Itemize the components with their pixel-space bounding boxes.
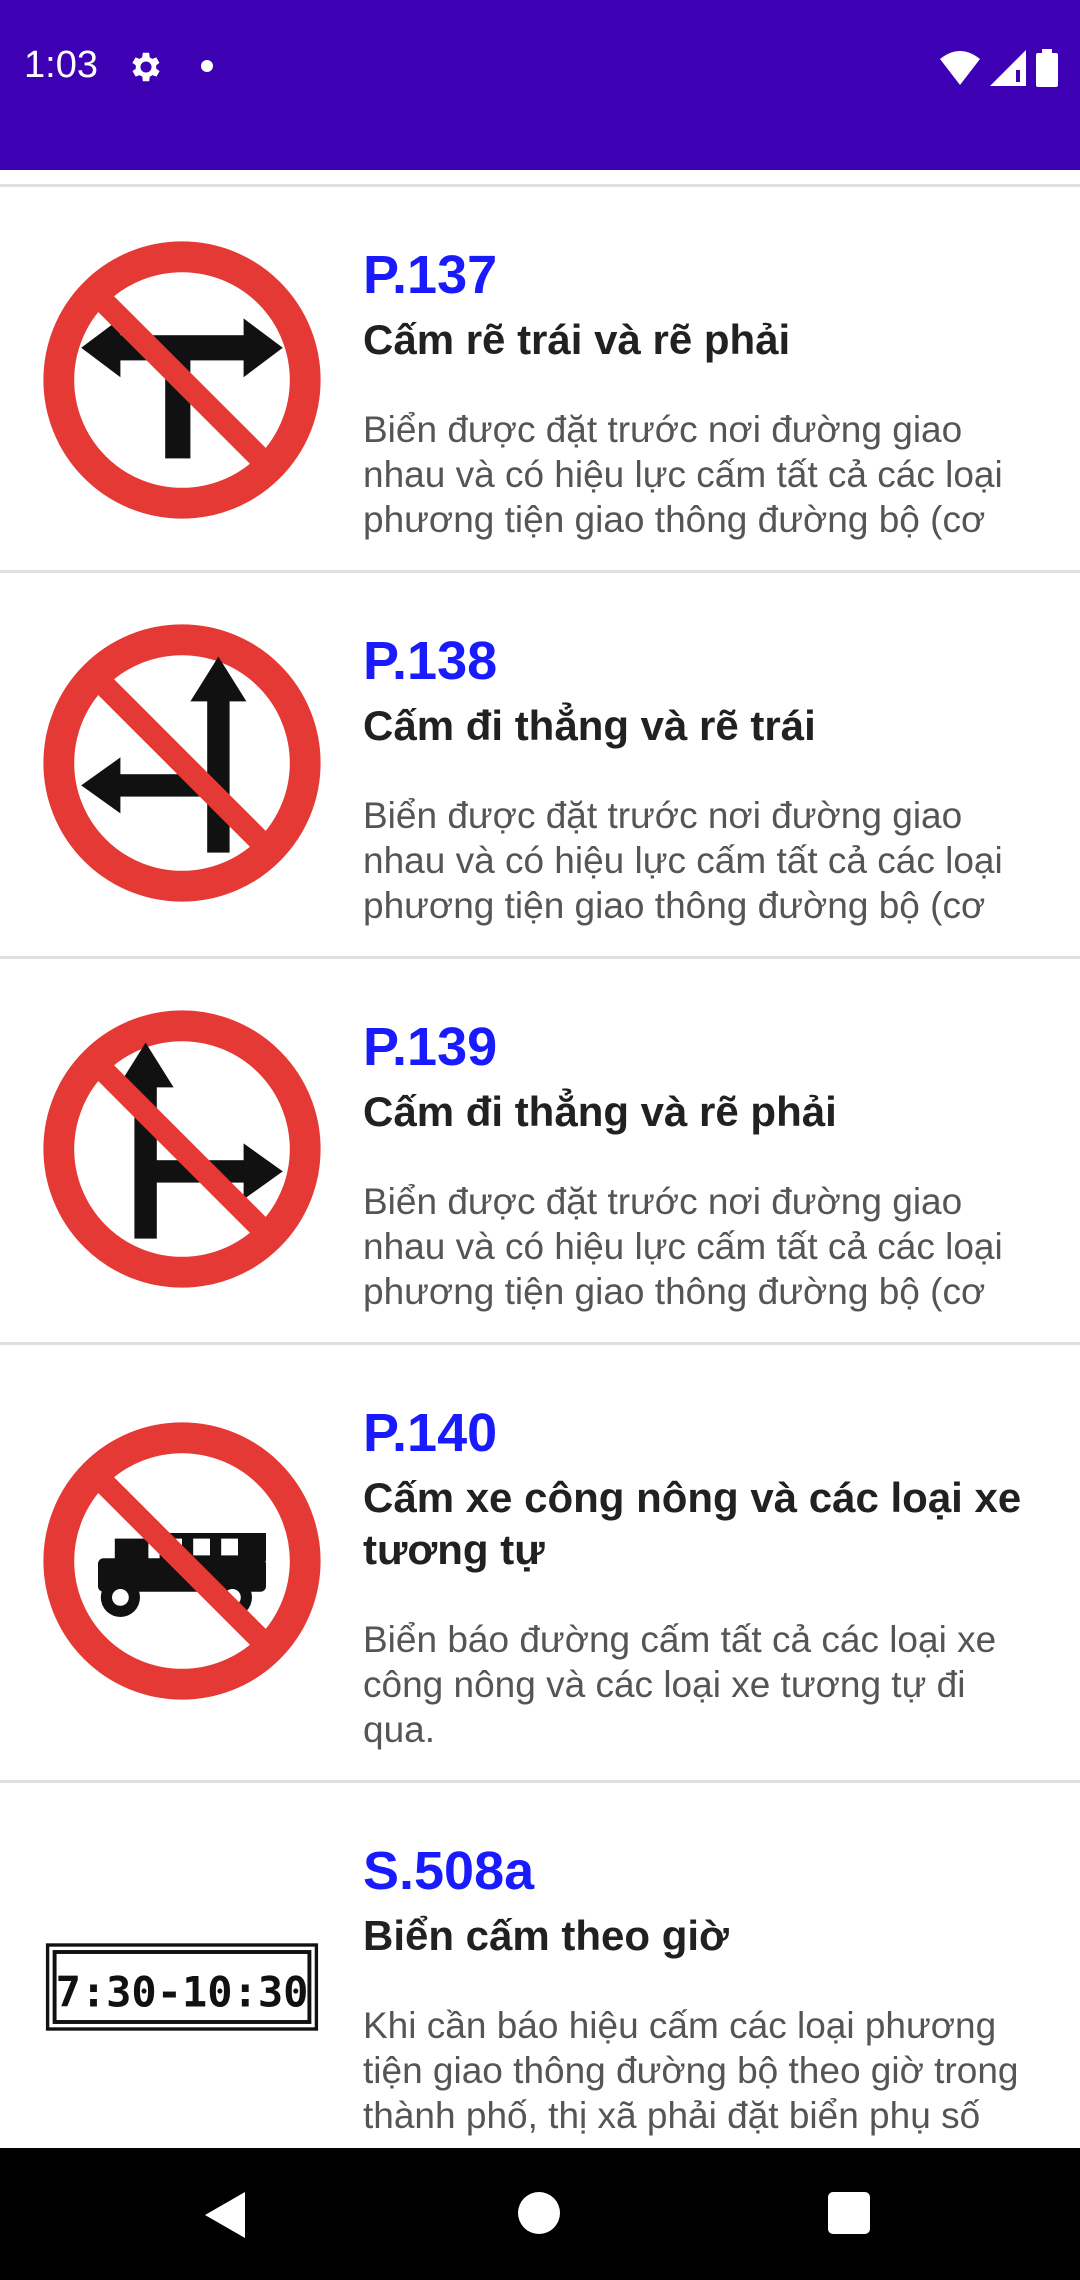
list-item[interactable]: 7:30-10:30 S.508a Biển cấm theo giờ Khi … — [0, 1783, 1080, 2148]
sign-description: Biển được đặt trước nơi đường giao nhau … — [363, 795, 1003, 926]
no-farm-vehicle-sign-icon — [43, 1422, 321, 1700]
notification-dot-icon — [201, 60, 213, 72]
sign-thumbnail — [42, 1421, 322, 1701]
sign-name: Cấm đi thẳng và rẽ trái — [363, 702, 816, 749]
sign-code: P.140 — [363, 1403, 498, 1463]
list-item[interactable]: P.139 Cấm đi thẳng và rẽ phải Biển được … — [0, 959, 1080, 1345]
sign-thumbnail — [42, 240, 322, 520]
cell-signal-icon — [990, 50, 1026, 86]
sign-code: S.508a — [363, 1841, 535, 1901]
back-button-icon[interactable] — [205, 2192, 247, 2238]
sign-time-text: 7:30-10:30 — [56, 1968, 309, 2017]
sign-description: Khi cần báo hiệu cấm các loại phương tiệ… — [363, 2005, 1019, 2136]
home-button-icon[interactable] — [518, 2192, 560, 2234]
sign-list[interactable]: P.137 Cấm rẽ trái và rẽ phải Biển được đ… — [0, 170, 1080, 2148]
status-time: 1:03 — [24, 44, 98, 86]
settings-gear-icon — [132, 52, 160, 82]
sign-name: Cấm rẽ trái và rẽ phải — [363, 316, 791, 363]
sign-code: P.137 — [363, 245, 498, 305]
recent-apps-button-icon[interactable] — [828, 2192, 870, 2234]
wifi-icon — [940, 51, 980, 85]
sign-name: Cấm xe công nông và các loại xe tương tự — [363, 1474, 1022, 1573]
time-restriction-sign-icon: 7:30-10:30 — [45, 1943, 319, 2031]
sign-thumbnail: 7:30-10:30 — [42, 1833, 322, 2113]
status-icons — [940, 48, 1058, 88]
sign-description: Biển được đặt trước nơi đường giao nhau … — [363, 409, 1003, 540]
sign-name: Biển cấm theo giờ — [363, 1912, 729, 1959]
sign-name: Cấm đi thẳng và rẽ phải — [363, 1088, 837, 1135]
no-left-and-right-turn-sign-icon — [43, 241, 321, 519]
battery-icon — [1036, 49, 1058, 87]
sign-description: Biển được đặt trước nơi đường giao nhau … — [363, 1181, 1003, 1312]
sign-code: P.139 — [363, 1017, 498, 1077]
sign-thumbnail — [42, 623, 322, 903]
list-item[interactable]: P.137 Cấm rẽ trái và rẽ phải Biển được đ… — [0, 187, 1080, 573]
sign-description: Biển báo đường cấm tất cả các loại xe cô… — [363, 1619, 997, 1750]
navigation-bar — [0, 2148, 1080, 2280]
no-straight-and-right-turn-sign-icon — [43, 1010, 321, 1288]
sign-thumbnail — [42, 1009, 322, 1289]
status-bar: 1:03 — [0, 0, 1080, 170]
list-item[interactable]: P.140 Cấm xe công nông và các loại xe tư… — [0, 1345, 1080, 1783]
list-item[interactable]: P.138 Cấm đi thẳng và rẽ trái Biển được … — [0, 573, 1080, 959]
no-straight-and-left-turn-sign-icon — [43, 624, 321, 902]
sign-code: P.138 — [363, 631, 498, 691]
